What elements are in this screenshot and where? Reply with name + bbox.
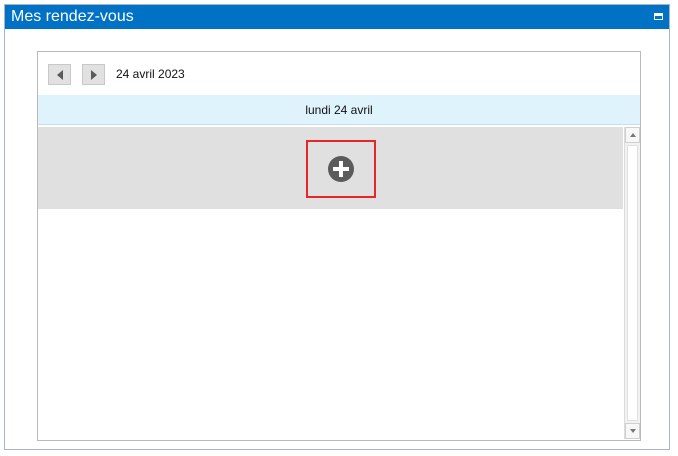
scrollbar-track[interactable] — [627, 145, 638, 421]
appointment-slot[interactable] — [38, 127, 623, 209]
day-header: lundi 24 avril — [38, 95, 640, 125]
panel-titlebar: Mes rendez-vous — [5, 5, 669, 29]
day-header-label: lundi 24 avril — [305, 102, 373, 117]
scroll-down-button[interactable] — [625, 423, 640, 439]
plus-circle-icon — [328, 156, 354, 182]
panel-title: Mes rendez-vous — [11, 8, 134, 25]
appointments-panel: Mes rendez-vous 24 avril 2023 lundi 24 a… — [4, 4, 670, 450]
arrow-up-icon — [629, 133, 636, 137]
scroll-up-button[interactable] — [625, 127, 640, 143]
add-appointment-button[interactable] — [306, 140, 376, 198]
arrow-down-icon — [629, 429, 636, 433]
minimize-icon[interactable] — [654, 13, 663, 20]
calendar-view: 24 avril 2023 lundi 24 avril — [37, 51, 641, 441]
next-day-button[interactable] — [82, 64, 105, 85]
previous-day-button[interactable] — [48, 64, 71, 85]
chevron-right-icon — [90, 69, 97, 80]
chevron-left-icon — [56, 69, 63, 80]
vertical-scrollbar[interactable] — [624, 127, 640, 439]
current-date-label: 24 avril 2023 — [116, 67, 185, 81]
